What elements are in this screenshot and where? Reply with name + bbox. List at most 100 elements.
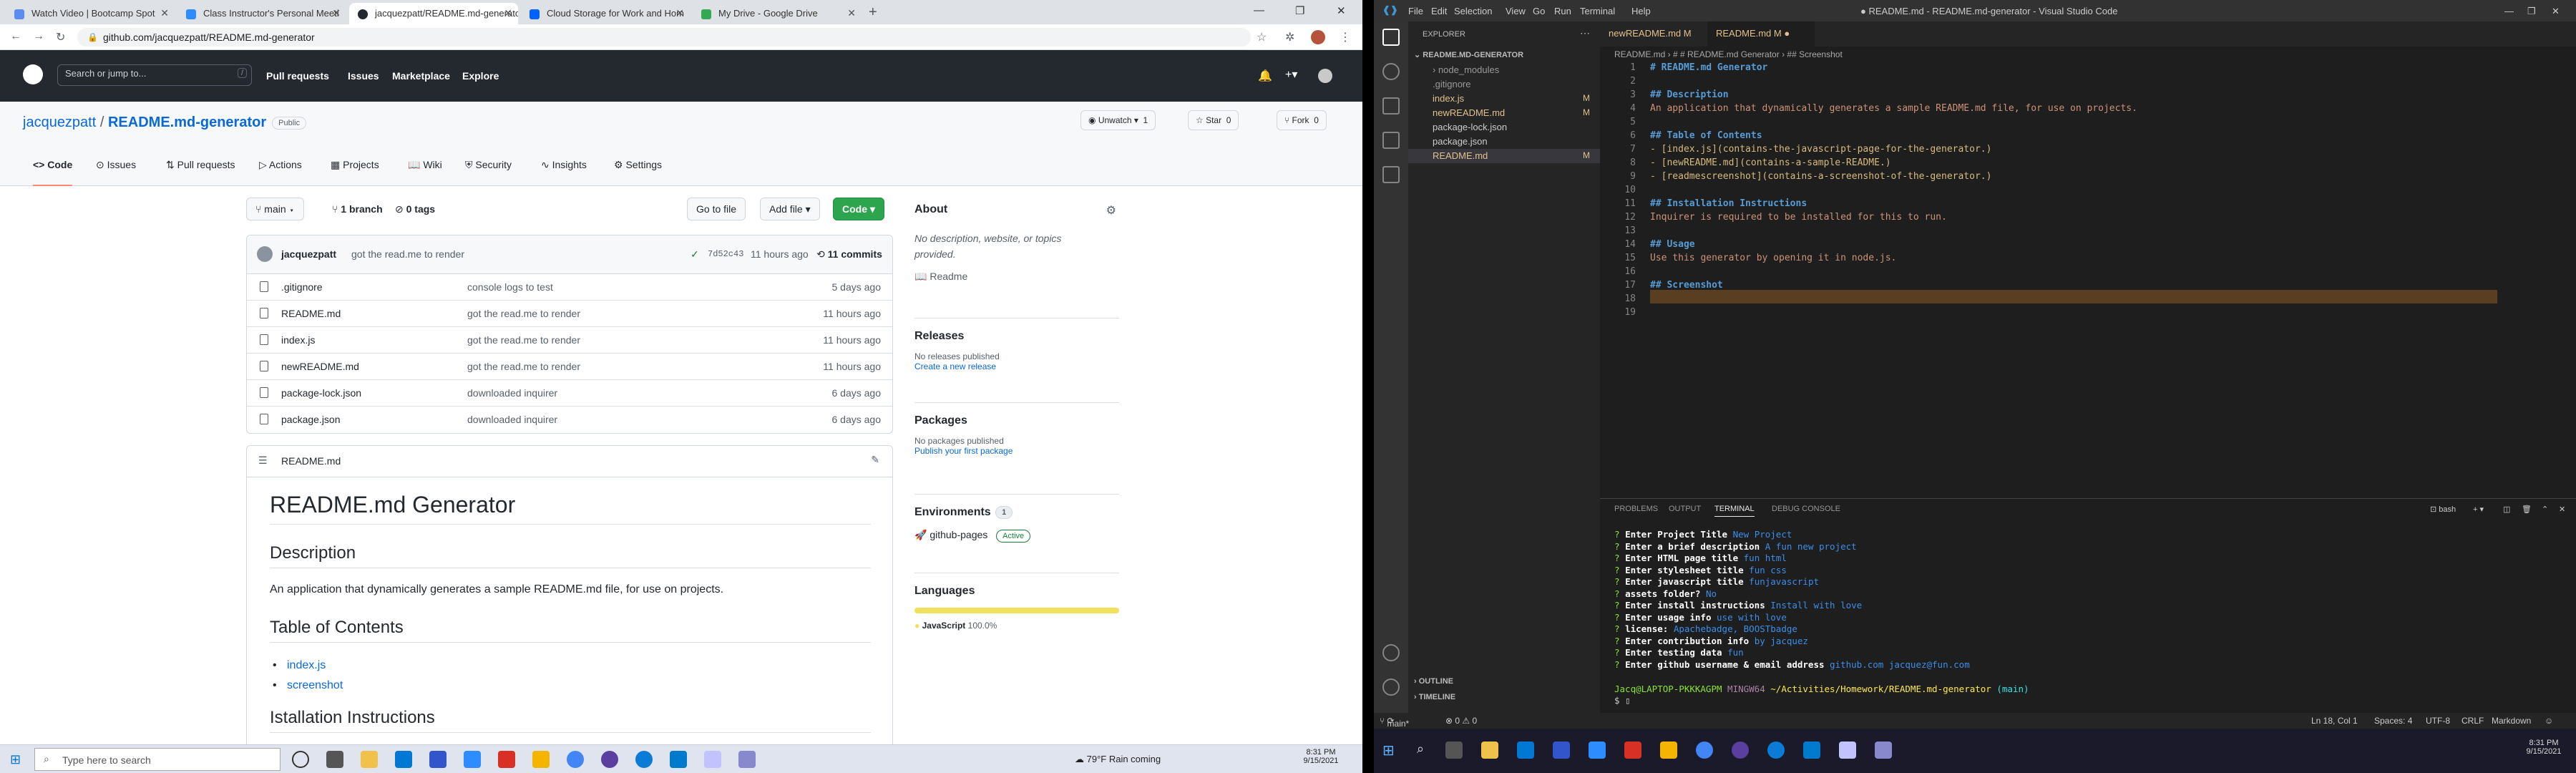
reload-icon[interactable]: ↻	[56, 30, 65, 44]
menu-help[interactable]: Help	[1631, 6, 1651, 16]
tab-code[interactable]: <> Code	[33, 153, 73, 186]
code-line[interactable]: ## Table of Contents	[1650, 130, 1762, 141]
tab-wiki[interactable]: 📖 Wiki	[408, 153, 442, 186]
publish-package-link[interactable]: Publish your first package	[914, 446, 1119, 456]
file-row[interactable]: index.js got the read.me to render 11 hour…	[247, 327, 892, 354]
run-debug-icon[interactable]	[1382, 132, 1400, 149]
task-view-icon[interactable]	[326, 751, 343, 768]
toc-link-index[interactable]: index.js	[273, 659, 326, 672]
app-icon[interactable]	[1875, 742, 1892, 759]
source-control-icon[interactable]	[1382, 97, 1400, 115]
outline-section[interactable]: › OUTLINE	[1414, 677, 1453, 686]
file-row[interactable]: package.json downloaded inquirer 6 days ag…	[247, 407, 892, 433]
fork-button[interactable]: ⑂ Fork 0	[1277, 110, 1327, 130]
code-button[interactable]: Code ▾	[833, 198, 884, 220]
feedback-icon[interactable]: ☺	[2545, 716, 2553, 726]
maximize-icon[interactable]: ❐	[1295, 4, 1304, 17]
commits-link[interactable]: ⟲ 11 commits	[816, 248, 882, 261]
add-file-button[interactable]: Add file ▾	[760, 198, 820, 220]
repo-name-link[interactable]: README.md-generator	[108, 115, 266, 130]
file-row[interactable]: package-lock.json downloaded inquirer 6 da…	[247, 380, 892, 407]
tree-item[interactable]: .gitignore	[1408, 77, 1600, 92]
app-icon[interactable]	[704, 751, 721, 768]
tree-item[interactable]: package.json	[1408, 135, 1600, 149]
commit-message[interactable]: got the read.me to render	[351, 248, 464, 260]
tab-actions[interactable]: ▷ Actions	[259, 153, 302, 186]
windows-start-icon[interactable]: ⊞	[10, 752, 21, 767]
app-icon[interactable]	[601, 751, 618, 768]
commit-hash[interactable]: 7d52c43	[708, 249, 743, 259]
star-button[interactable]: ☆ Star 0	[1188, 110, 1239, 130]
code-line[interactable]: ## Installation Instructions	[1650, 198, 1807, 209]
code-line[interactable]: - [readmescreenshot](contains-a-screensh…	[1650, 171, 1991, 182]
task-view-icon[interactable]	[1445, 742, 1463, 759]
windows-start-icon[interactable]: ⊞	[1382, 742, 1395, 759]
tab-settings[interactable]: ⚙ Settings	[614, 153, 662, 186]
user-avatar[interactable]	[1318, 69, 1332, 83]
forward-icon[interactable]: →	[33, 30, 44, 43]
status-indent[interactable]: Spaces: 4	[2374, 716, 2412, 726]
vscode-icon[interactable]	[670, 751, 687, 768]
profile-avatar[interactable]	[1311, 30, 1325, 44]
browser-tab[interactable]: Class Instructor's Personal Meeti ✕	[177, 3, 346, 24]
code-line[interactable]: ## Description	[1650, 89, 1729, 100]
menu-edit[interactable]: Edit	[1431, 6, 1447, 16]
cortana-icon[interactable]	[292, 751, 309, 768]
status-language[interactable]: Markdown	[2492, 716, 2531, 726]
branches-link[interactable]: ⑂ 1 branch	[332, 203, 383, 215]
repo-owner-link[interactable]: jacquezpatt	[23, 115, 96, 130]
list-icon[interactable]: ☰	[258, 454, 268, 467]
app-icon[interactable]	[429, 751, 447, 768]
app-icon[interactable]	[498, 751, 515, 768]
tab-newreadme[interactable]: newREADME.md M	[1600, 21, 1707, 47]
vscode-icon[interactable]	[1803, 742, 1820, 759]
close-tab-icon[interactable]: ✕	[160, 7, 169, 19]
weather-widget[interactable]: ☁ 79°F Rain coming	[1075, 754, 1161, 765]
close-tab-icon[interactable]: ✕	[332, 7, 341, 19]
close-tab-icon[interactable]: ✕	[675, 7, 684, 19]
file-explorer-icon[interactable]	[361, 751, 378, 768]
browser-tab[interactable]: My Drive - Google Drive ✕	[693, 3, 862, 24]
app-icon[interactable]	[1553, 742, 1570, 759]
code-line[interactable]: ## Usage	[1650, 239, 1695, 250]
github-search-input[interactable]: Search or jump to... /	[57, 64, 252, 86]
tab-security[interactable]: ⛨ Security	[465, 153, 512, 186]
bookmark-star-icon[interactable]: ☆	[1257, 30, 1267, 44]
code-line[interactable]: ## Screenshot	[1650, 280, 1723, 291]
menu-file[interactable]: File	[1408, 6, 1423, 16]
zoom-icon[interactable]	[464, 751, 481, 768]
file-explorer-icon[interactable]	[1481, 742, 1498, 759]
panel-tab-output[interactable]: OUTPUT	[1669, 505, 1701, 513]
browser-tab[interactable]: Cloud Storage for Work and Hom ✕	[521, 3, 690, 24]
code-line[interactable]: Use this generator by opening it in node…	[1650, 253, 1896, 263]
tab-insights[interactable]: ∿ Insights	[541, 153, 587, 186]
timeline-section[interactable]: › TIMELINE	[1414, 693, 1455, 701]
file-row[interactable]: README.md got the read.me to render 11 hou…	[247, 301, 892, 327]
clock[interactable]: 8:31 PM 9/15/2021	[1299, 748, 1342, 765]
tree-item-selected[interactable]: README.md M	[1408, 149, 1600, 163]
edge-icon[interactable]	[635, 751, 653, 768]
app-icon[interactable]	[1624, 742, 1641, 759]
app-icon[interactable]	[1839, 742, 1856, 759]
split-terminal-icon[interactable]: ◫	[2503, 505, 2510, 514]
menu-terminal[interactable]: Terminal	[1580, 6, 1615, 16]
kill-terminal-icon[interactable]: 🗑	[2522, 505, 2532, 514]
terminal-prompt[interactable]: Jacq@LAPTOP-PKKKAGPM MINGW64 ~/Activitie…	[1614, 684, 2029, 694]
panel-tab-debug[interactable]: DEBUG CONSOLE	[1772, 505, 1840, 513]
app-icon[interactable]	[738, 751, 756, 768]
status-encoding[interactable]: UTF-8	[2426, 716, 2450, 726]
notifications-icon[interactable]: 🔔	[1258, 69, 1272, 83]
branch-select[interactable]: ⑂ main ▾	[246, 198, 304, 220]
status-branch[interactable]: ⑂ main* ⟳	[1380, 716, 1409, 729]
create-new-icon[interactable]: +▾	[1285, 67, 1297, 82]
browser-tab[interactable]: Watch Video | Bootcamp Spot ✕	[6, 3, 175, 24]
tab-pull-requests[interactable]: ⇅ Pull requests	[166, 153, 235, 186]
menu-view[interactable]: View	[1506, 6, 1526, 16]
back-icon[interactable]: ←	[10, 30, 21, 43]
file-row[interactable]: .gitignore console logs to test 5 days ago	[247, 274, 892, 301]
account-icon[interactable]	[1382, 644, 1400, 661]
search-icon[interactable]	[1382, 63, 1400, 80]
taskbar-search[interactable]: ⌕ Type here to search	[34, 748, 280, 771]
panel-tab-terminal[interactable]: TERMINAL	[1714, 505, 1755, 517]
minimize-icon[interactable]: —	[2504, 6, 2514, 16]
